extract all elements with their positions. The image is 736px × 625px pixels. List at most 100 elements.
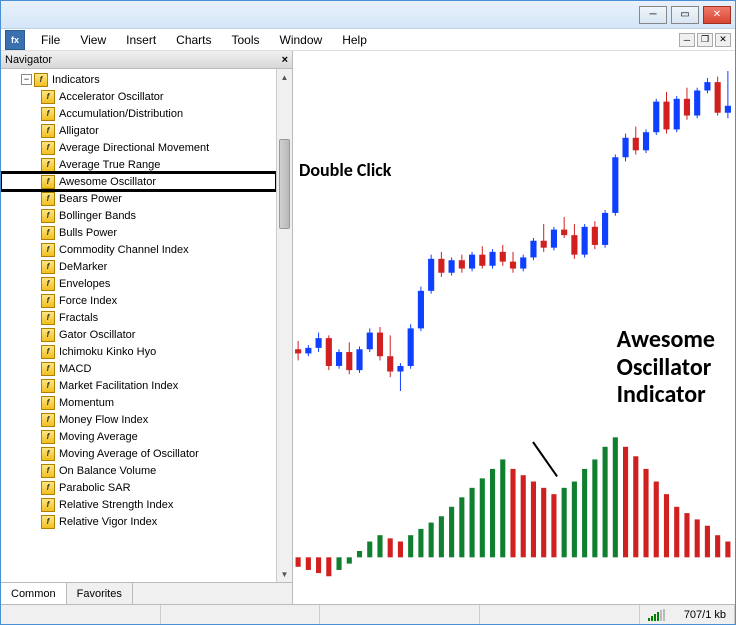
indicator-label: Accelerator Oscillator	[59, 91, 164, 103]
indicator-icon: f	[41, 464, 55, 478]
indicator-item[interactable]: fAccelerator Oscillator	[1, 88, 276, 105]
indicator-item[interactable]: fIchimoku Kinko Hyo	[1, 343, 276, 360]
indicator-label: Moving Average	[59, 431, 138, 443]
indicator-icon: f	[41, 277, 55, 291]
indicator-item[interactable]: fBollinger Bands	[1, 207, 276, 224]
annotation-line-2: Oscillator	[617, 354, 715, 382]
indicator-icon: f	[41, 396, 55, 410]
indicator-label: Gator Oscillator	[59, 329, 135, 341]
indicator-label: Bears Power	[59, 193, 122, 205]
indicator-item[interactable]: f Money Flow Index	[1, 411, 276, 428]
indicator-icon: f	[41, 498, 55, 512]
annotation-line-1: Awesome	[617, 326, 715, 354]
expander-icon[interactable]: −	[21, 74, 32, 85]
menu-insert[interactable]: Insert	[116, 31, 166, 49]
indicator-item[interactable]: fDeMarker	[1, 258, 276, 275]
indicator-item[interactable]: fRelative Strength Index	[1, 496, 276, 513]
status-cell-2	[161, 605, 321, 624]
indicator-item[interactable]: fMoving Average	[1, 428, 276, 445]
scroll-down-icon[interactable]: ▼	[277, 566, 292, 582]
indicator-label: Commodity Channel Index	[59, 244, 189, 256]
indicator-icon: f	[41, 260, 55, 274]
tree-root-label: Indicators	[52, 74, 100, 86]
indicator-label: Awesome Oscillator	[59, 176, 156, 188]
indicator-item[interactable]: fForce Index	[1, 292, 276, 309]
status-connection: 707/1 kb	[640, 605, 735, 624]
indicator-item[interactable]: fRelative Vigor Index	[1, 513, 276, 530]
indicator-item[interactable]: fBulls Power	[1, 224, 276, 241]
indicator-item[interactable]: f On Balance Volume	[1, 462, 276, 479]
menu-charts[interactable]: Charts	[166, 31, 221, 49]
indicator-item[interactable]: fMoving Average of Oscillator	[1, 445, 276, 462]
indicator-label: Moving Average of Oscillator	[59, 448, 199, 460]
indicator-icon: f	[41, 124, 55, 138]
menu-window[interactable]: Window	[270, 31, 333, 49]
indicator-label: Bollinger Bands	[59, 210, 136, 222]
menubar: fx File View Insert Charts Tools Window …	[1, 29, 735, 51]
indicator-item[interactable]: f Average Directional Movement	[1, 139, 276, 156]
menu-help[interactable]: Help	[332, 31, 377, 49]
oscillator-chart	[293, 431, 733, 581]
indicator-item[interactable]: fCommodity Channel Index	[1, 241, 276, 258]
tree-root-indicators[interactable]: −f Indicators	[1, 71, 276, 88]
status-cell-4	[480, 605, 640, 624]
navigator-close-button[interactable]: ×	[282, 54, 288, 66]
indicator-item[interactable]: f Accumulation/Distribution	[1, 105, 276, 122]
status-transfer-text: 707/1 kb	[684, 609, 726, 621]
indicator-item[interactable]: f MACD	[1, 360, 276, 377]
indicator-label: Accumulation/Distribution	[59, 108, 183, 120]
indicator-label: Market Facilitation Index	[59, 380, 178, 392]
tab-favorites[interactable]: Favorites	[67, 583, 133, 604]
indicator-icon: f	[41, 328, 55, 342]
indicator-label: MACD	[59, 363, 91, 375]
tab-common[interactable]: Common	[1, 583, 67, 604]
indicator-label: Envelopes	[59, 278, 110, 290]
indicator-icon: f	[41, 345, 55, 359]
indicator-item[interactable]: fAlligator	[1, 122, 276, 139]
menu-view[interactable]: View	[70, 31, 116, 49]
window-minimize-button[interactable]: ─	[639, 6, 667, 24]
indicator-icon: f	[41, 362, 55, 376]
mdi-close-button[interactable]: ✕	[715, 33, 731, 47]
chart-area[interactable]: Double Click Awesome Oscillator Indicato…	[293, 51, 735, 604]
indicator-label: Money Flow Index	[59, 414, 148, 426]
indicator-icon: f	[41, 413, 55, 427]
indicator-label: Fractals	[59, 312, 98, 324]
navigator-scrollbar[interactable]: ▲ ▼	[276, 69, 292, 582]
indicator-item[interactable]: f Gator Oscillator	[1, 326, 276, 343]
statusbar: 707/1 kb	[1, 604, 735, 624]
indicator-icon: f	[34, 73, 48, 87]
indicator-item[interactable]: fParabolic SAR	[1, 479, 276, 496]
indicator-icon: f	[41, 226, 55, 240]
indicator-label: Relative Vigor Index	[59, 516, 157, 528]
mdi-restore-button[interactable]: ❐	[697, 33, 713, 47]
indicator-icon: f	[41, 107, 55, 121]
indicator-item[interactable]: f Momentum	[1, 394, 276, 411]
scrollbar-thumb[interactable]	[279, 139, 290, 229]
menu-file[interactable]: File	[31, 31, 70, 49]
indicator-label: On Balance Volume	[59, 465, 156, 477]
app-window: ─ ▭ ✕ fx File View Insert Charts Tools W…	[0, 0, 736, 625]
indicator-item[interactable]: fMarket Facilitation Index	[1, 377, 276, 394]
status-cell-1	[1, 605, 161, 624]
indicator-label: Average Directional Movement	[59, 142, 209, 154]
connection-icon	[648, 609, 678, 621]
indicator-item[interactable]: f Fractals	[1, 309, 276, 326]
titlebar: ─ ▭ ✕	[1, 1, 735, 29]
indicator-item[interactable]: fBears Power	[1, 190, 276, 207]
navigator-tree[interactable]: −fIndicatorsfAccelerator OscillatorfAccu…	[1, 69, 276, 582]
indicator-item[interactable]: fAverage True Range	[1, 156, 276, 173]
window-close-button[interactable]: ✕	[703, 6, 731, 24]
menu-tools[interactable]: Tools	[222, 31, 270, 49]
indicator-icon: f	[41, 481, 55, 495]
indicator-icon: f	[41, 311, 55, 325]
indicator-label: Momentum	[59, 397, 114, 409]
indicator-item[interactable]: fAwesome Oscillator	[1, 173, 276, 190]
scroll-up-icon[interactable]: ▲	[277, 69, 292, 85]
indicator-icon: f	[41, 141, 55, 155]
window-maximize-button[interactable]: ▭	[671, 6, 699, 24]
mdi-button-group: ─ ❐ ✕	[679, 33, 735, 47]
navigator-panel: Navigator × −fIndicatorsfAccelerator Osc…	[1, 51, 293, 604]
mdi-minimize-button[interactable]: ─	[679, 33, 695, 47]
indicator-item[interactable]: f Envelopes	[1, 275, 276, 292]
